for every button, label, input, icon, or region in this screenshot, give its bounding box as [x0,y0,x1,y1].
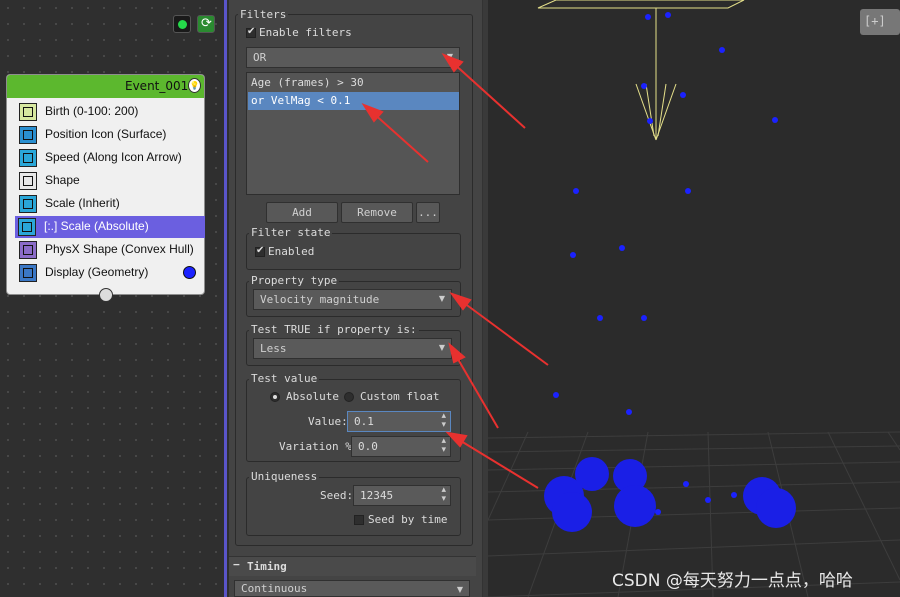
operator-label: Display (Geometry) [45,265,149,279]
operator-label: Birth (0-100: 200) [45,104,139,118]
operator-scale-inherit[interactable]: Scale (Inherit) [16,193,205,215]
value-spinner[interactable]: 0.1 [347,411,451,432]
large-particles [544,457,796,532]
test-value-title: Test value [249,372,320,385]
add-filter-button[interactable]: Add [266,202,338,223]
variation-field: 0.0 [358,440,378,453]
operator-physx-shape[interactable]: PhysX Shape (Convex Hull) [16,239,205,261]
lightbulb-icon[interactable]: 💡 [188,78,201,93]
birth-icon [19,103,37,121]
viewport-label[interactable]: [+] [860,9,900,35]
filter-list-item-selected[interactable]: or VelMag < 0.1 [248,92,459,110]
panel-divider [224,0,227,597]
operator-label: Position Icon (Surface) [45,127,167,141]
seed-field: 12345 [360,489,394,502]
property-type-value: Velocity magnitude [260,293,380,306]
watermark: CSDN @每天努力一点点，哈哈 [612,571,853,591]
operator-scale-absolute[interactable]: [:.] Scale (Absolute) [15,216,205,238]
seed-spinner[interactable]: 12345 [353,485,451,506]
value-label: Value: [308,415,348,428]
operator-label: [:.] Scale (Absolute) [44,219,149,233]
test-condition-dropdown[interactable]: Less [253,338,452,359]
filter-item-text: Age (frames) > 30 [251,76,364,89]
collapse-icon: − [233,558,240,571]
refresh-icon[interactable]: ⟳ [197,15,215,33]
event-node[interactable]: Event_001 💡 Birth (0-100: 200) Position … [6,74,205,302]
operator-birth[interactable]: Birth (0-100: 200) [16,101,205,123]
variation-label: Variation %: [279,440,359,453]
filter-state-title: Filter state [249,226,333,239]
scale-icon [18,218,36,236]
value-field: 0.1 [354,415,374,428]
parameters-panel: Filters Enable filters OR Age (frames) >… [229,0,482,597]
absolute-radio[interactable] [270,392,280,402]
variation-spinner[interactable]: 0.0 [351,436,451,457]
enable-filters-label: Enable filters [259,26,352,39]
operator-label: Shape [45,173,80,187]
filters-title: Filters [238,8,289,21]
operator-label: Scale (Inherit) [45,196,120,210]
timing-rollout-header[interactable]: − Timing [229,556,476,576]
speed-icon [19,149,37,167]
property-type-dropdown[interactable]: Velocity magnitude [253,289,452,310]
absolute-label: Absolute [286,390,339,403]
particle-view-graph[interactable]: ⟳ Event_001 💡 Birth (0-100: 200) Positio… [0,0,229,597]
operator-shape[interactable]: Shape [16,170,205,192]
position-icon [19,126,37,144]
perspective-viewport[interactable]: [+] [488,0,900,597]
emitter-gizmo [537,0,745,141]
filter-combine-dropdown[interactable]: OR [246,47,460,68]
display-color-swatch[interactable] [183,266,196,279]
seed-by-time-label: Seed by time [368,513,448,526]
seed-label: Seed: [320,489,354,502]
operator-display[interactable]: Display (Geometry) [16,262,205,284]
test-condition-value: Less [260,342,287,355]
remove-filter-button[interactable]: Remove [341,202,413,223]
filter-enabled-label: Enabled [268,245,315,258]
display-icon [19,264,37,282]
timing-mode-value: Continuous [241,582,308,595]
scale-icon [19,195,37,213]
uniqueness-title: Uniqueness [249,470,320,483]
more-options-button[interactable]: ... [416,202,440,223]
timing-title: Timing [247,560,287,573]
filter-list-item[interactable]: Age (frames) > 30 [248,74,459,92]
operator-label: Speed (Along Icon Arrow) [45,150,182,164]
event-output-socket[interactable] [99,288,113,302]
physx-icon [19,241,37,259]
event-title: Event_001 [125,79,189,93]
filter-list[interactable]: Age (frames) > 30 or VelMag < 0.1 [246,72,460,195]
seed-by-time-checkbox[interactable] [354,515,364,525]
viewport-scene [488,0,900,597]
shape-icon [19,172,37,190]
operator-speed[interactable]: Speed (Along Icon Arrow) [16,147,205,169]
filter-enabled-checkbox[interactable] [255,245,265,257]
operator-label: PhysX Shape (Convex Hull) [45,242,194,256]
enable-toggle-icon[interactable] [173,15,191,33]
custom-float-label: Custom float [360,390,440,403]
event-node-header[interactable]: Event_001 💡 [7,75,204,98]
property-type-title: Property type [249,274,340,287]
operator-position-icon[interactable]: Position Icon (Surface) [16,124,205,146]
filter-item-text: or VelMag < 0.1 [251,94,351,107]
filter-combine-value: OR [253,51,267,64]
enable-filters-checkbox[interactable] [246,26,256,38]
custom-float-radio[interactable] [344,392,354,402]
test-condition-title: Test TRUE if property is: [249,323,419,336]
timing-mode-dropdown[interactable]: Continuous [234,580,470,597]
